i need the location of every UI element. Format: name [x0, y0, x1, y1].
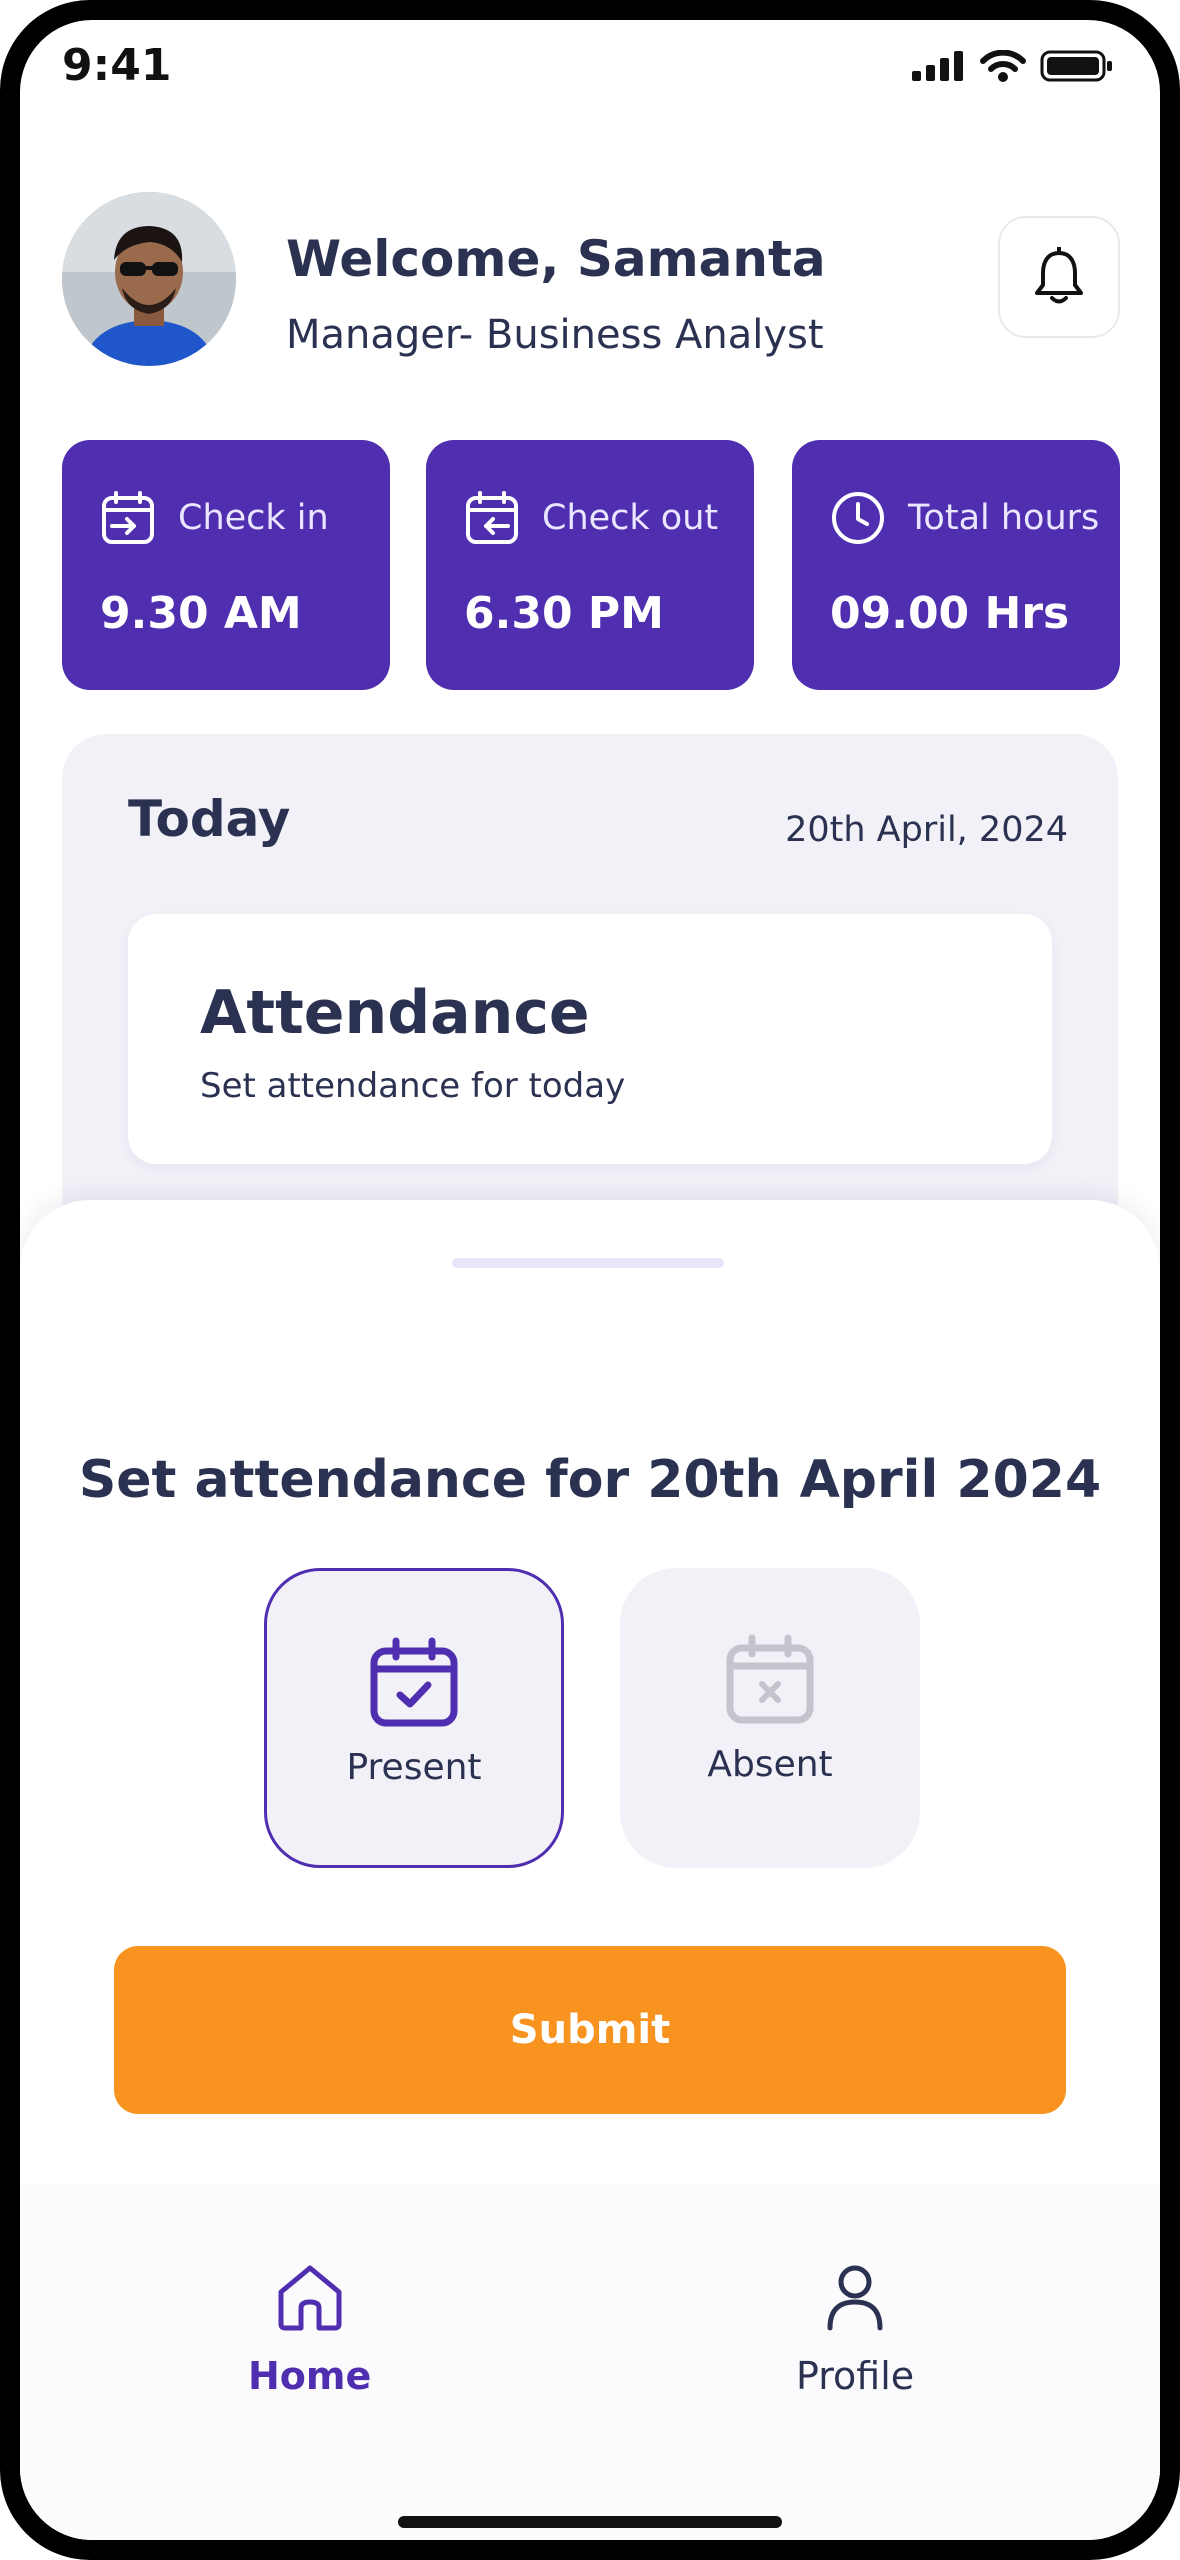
status-icons [912, 50, 1114, 82]
sheet-drag-handle[interactable] [452, 1258, 724, 1268]
user-icon [827, 2265, 883, 2331]
welcome-title: Welcome, Samanta [286, 230, 826, 288]
absent-option[interactable]: Absent [620, 1568, 920, 1868]
checkin-value: 9.30 AM [100, 588, 302, 639]
checkout-label: Check out [542, 498, 719, 538]
calendar-x-icon [726, 1634, 814, 1724]
avatar-photo [62, 192, 236, 366]
checkin-card[interactable]: Check in 9.30 AM [62, 440, 390, 690]
total-hours-card[interactable]: Total hours 09.00 Hrs [792, 440, 1120, 690]
today-date: 20th April, 2024 [785, 810, 1068, 850]
attendance-card-title: Attendance [200, 978, 590, 1048]
absent-label: Absent [707, 1744, 833, 1785]
device-frame: 9:41 Welcome, Samanta Manager- Business … [0, 0, 1180, 2560]
nav-home-label: Home [248, 2354, 372, 2398]
calendar-checkin-icon [102, 491, 154, 544]
home-icon [278, 2265, 342, 2331]
clock-icon [832, 492, 884, 544]
nav-profile-label: Profile [796, 2354, 915, 2398]
avatar[interactable] [62, 192, 236, 366]
calendar-check-icon [370, 1637, 458, 1727]
total-hours-value: 09.00 Hrs [830, 588, 1070, 639]
notifications-button[interactable] [998, 216, 1120, 338]
wifi-icon [980, 50, 1026, 82]
today-title: Today [128, 790, 291, 848]
bell-icon [1035, 247, 1083, 304]
attendance-card-subtitle: Set attendance for today [200, 1066, 626, 1106]
battery-icon [1040, 50, 1112, 82]
app-screen: 9:41 Welcome, Samanta Manager- Business … [20, 20, 1160, 2540]
user-role: Manager- Business Analyst [286, 312, 824, 358]
present-label: Present [346, 1747, 482, 1788]
present-option[interactable]: Present [264, 1568, 564, 1868]
checkout-value: 6.30 PM [464, 588, 664, 639]
calendar-checkout-icon [466, 491, 518, 544]
checkin-label: Check in [178, 498, 329, 538]
nav-home[interactable]: Home [248, 2262, 371, 2398]
signal-icon [912, 51, 963, 81]
total-hours-label: Total hours [908, 498, 1100, 538]
bottom-navigation [20, 2184, 1160, 2540]
status-time: 9:41 [62, 40, 172, 91]
checkout-card[interactable]: Check out 6.30 PM [426, 440, 754, 690]
nav-profile[interactable]: Profile [796, 2262, 914, 2398]
sheet-title: Set attendance for 20th April 2024 [78, 1450, 1102, 1510]
submit-button[interactable]: Submit [114, 1946, 1066, 2114]
home-indicator[interactable] [398, 2516, 782, 2528]
